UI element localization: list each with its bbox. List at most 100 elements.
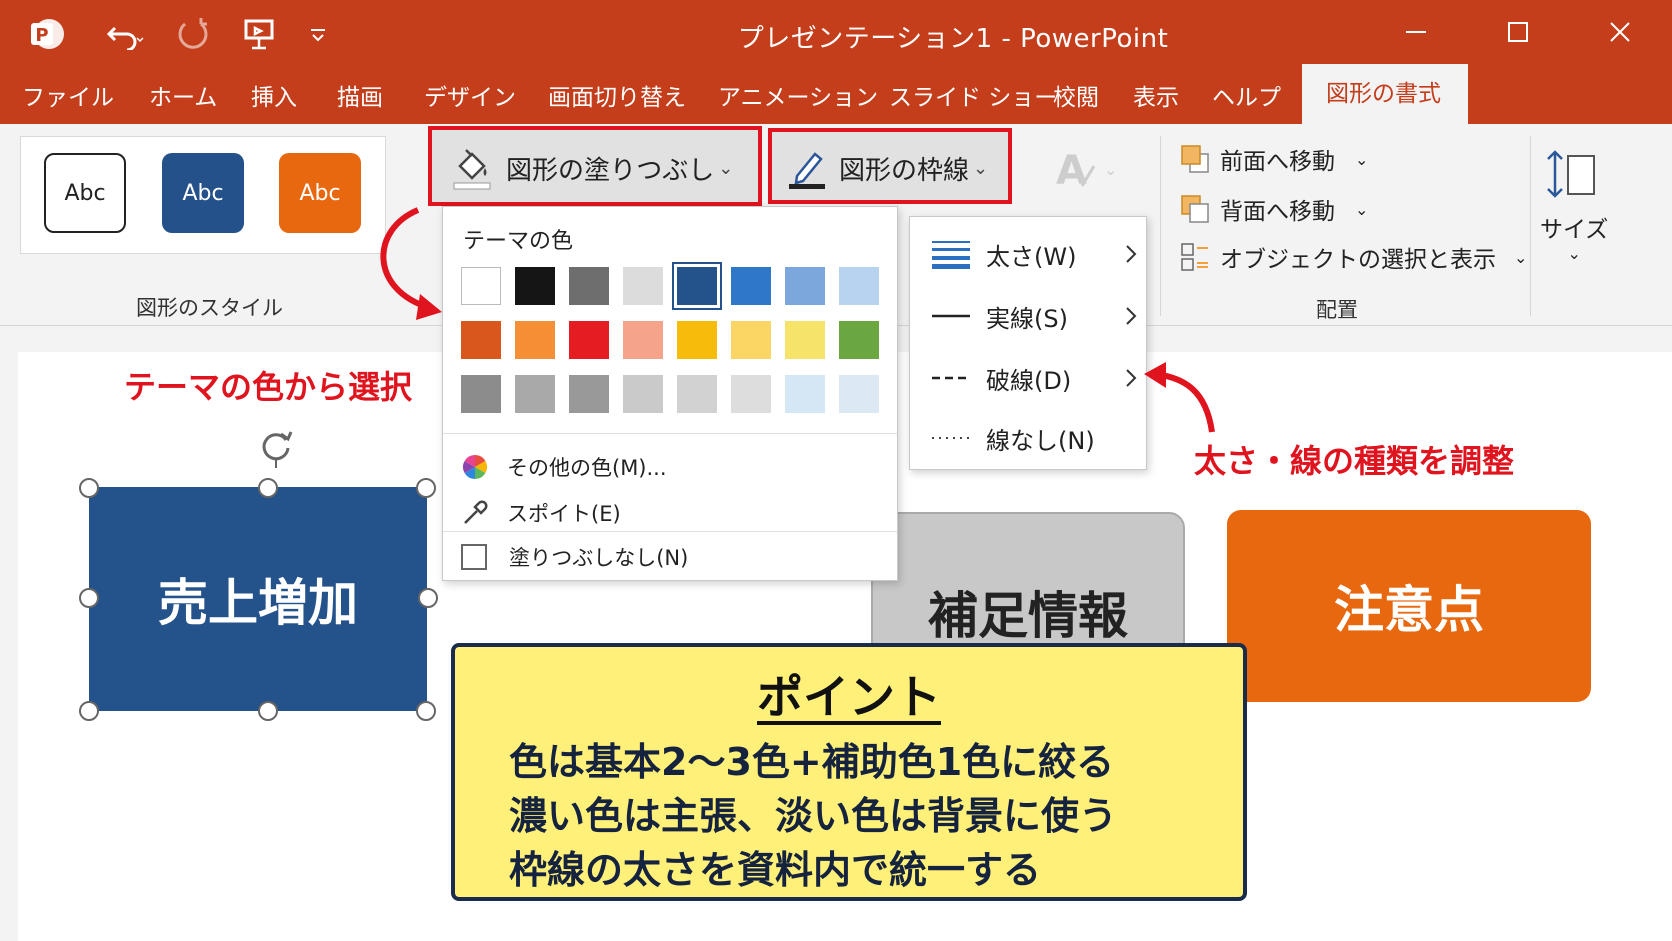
color-swatch[interactable] (461, 321, 501, 359)
bring-forward-button[interactable]: 前面へ移動 ⌄ (1180, 142, 1368, 176)
color-swatch[interactable] (731, 321, 771, 359)
color-swatch[interactable] (731, 267, 771, 305)
resize-handle[interactable] (416, 478, 436, 498)
tab-review[interactable]: 校閲 (1053, 78, 1099, 118)
color-swatch[interactable] (839, 375, 879, 413)
eyedropper-item[interactable]: スポイト(E) (461, 493, 621, 533)
point-box: ポイント 色は基本2〜3色+補助色1色に絞る 濃い色は主張、淡い色は背景に使う … (451, 643, 1247, 901)
color-swatch[interactable] (677, 321, 717, 359)
no-fill-item[interactable]: 塗りつぶしなし(N) (461, 537, 688, 577)
minimize-icon[interactable] (1386, 12, 1446, 52)
color-swatch[interactable] (569, 321, 609, 359)
shape-sales-increase[interactable]: 売上増加 (89, 487, 427, 711)
text-effects-icon[interactable]: A ⌄ (1052, 146, 1117, 192)
tab-home[interactable]: ホーム (149, 78, 217, 118)
bring-forward-label: 前面へ移動 (1220, 149, 1335, 175)
more-colors-label: その他の色(M)... (507, 456, 667, 480)
paint-bucket-icon (452, 146, 492, 190)
eyedropper-icon (461, 499, 489, 527)
chevron-down-icon: ⌄ (973, 157, 989, 179)
size-button[interactable]: サイズ ⌄ (1540, 148, 1608, 263)
size-label: サイズ (1540, 217, 1609, 243)
tab-transitions[interactable]: 画面切り替え (548, 78, 686, 118)
pen-icon (787, 146, 827, 190)
color-swatch[interactable] (785, 375, 825, 413)
shape-styles-group-label: 図形のスタイル (136, 296, 283, 320)
shape-style-orange[interactable]: Abc (279, 153, 361, 233)
ribbon-separator (1160, 136, 1161, 316)
maximize-icon[interactable] (1488, 12, 1548, 52)
resize-handle[interactable] (258, 701, 278, 721)
chevron-down-icon: ⌄ (1514, 247, 1528, 267)
shape-outline-button-content: 図形の枠線 ⌄ (787, 144, 988, 192)
close-icon[interactable] (1590, 12, 1650, 52)
resize-handle[interactable] (416, 701, 436, 721)
color-swatch[interactable] (623, 321, 663, 359)
color-swatch[interactable] (515, 375, 555, 413)
point-line: 枠線の太さを資料内で統一する (509, 848, 1042, 892)
no-fill-label: 塗りつぶしなし(N) (509, 546, 689, 570)
solid-line-icon (932, 301, 970, 331)
solid-line-item[interactable]: 実線(S) (932, 291, 1138, 341)
resize-handle[interactable] (418, 588, 438, 608)
weight-item[interactable]: 太さ(W) (932, 229, 1138, 279)
point-title: ポイント (455, 661, 1243, 727)
color-swatch[interactable] (461, 267, 501, 305)
solid-line-label: 実線(S) (986, 304, 1068, 333)
selection-pane-button[interactable]: オブジェクトの選択と表示 ⌄ (1180, 240, 1527, 274)
color-swatch[interactable] (839, 321, 879, 359)
menu-divider (443, 433, 897, 434)
theme-color-grid (461, 262, 881, 427)
tab-file[interactable]: ファイル (22, 78, 114, 118)
dashed-line-icon (932, 363, 970, 393)
color-swatch[interactable] (515, 321, 555, 359)
tab-slideshow[interactable]: スライド ショー (889, 78, 1057, 118)
color-swatch[interactable] (461, 375, 501, 413)
color-swatch[interactable] (785, 321, 825, 359)
shape-caution[interactable]: 注意点 (1227, 510, 1591, 702)
color-wheel-icon (461, 453, 489, 481)
color-swatch[interactable] (677, 375, 717, 413)
tab-view[interactable]: 表示 (1133, 78, 1179, 118)
point-line: 濃い色は主張、淡い色は背景に使う (509, 794, 1118, 838)
send-backward-button[interactable]: 背面へ移動 ⌄ (1180, 192, 1368, 226)
tab-design[interactable]: デザイン (424, 78, 516, 118)
color-swatch[interactable] (623, 267, 663, 305)
chevron-down-icon: ⌄ (1567, 244, 1581, 263)
more-colors-item[interactable]: その他の色(M)... (461, 447, 667, 487)
color-swatch[interactable] (672, 262, 722, 310)
eyedropper-label: スポイト(E) (507, 502, 621, 526)
color-swatch[interactable] (839, 267, 879, 305)
resize-handle[interactable] (79, 478, 99, 498)
resize-handle[interactable] (79, 701, 99, 721)
theme-colors-heading: テーマの色 (463, 229, 574, 254)
chevron-down-icon: ⌄ (718, 157, 734, 179)
color-swatch[interactable] (731, 375, 771, 413)
shape-style-blue[interactable]: Abc (162, 153, 244, 233)
rotate-handle-icon[interactable] (254, 424, 298, 468)
tab-draw[interactable]: 描画 (337, 78, 383, 118)
selection-pane-label: オブジェクトの選択と表示 (1220, 247, 1496, 273)
dashed-line-label: 破線(D) (986, 366, 1072, 395)
resize-handle[interactable] (79, 588, 99, 608)
no-line-item[interactable]: 線なし(N) (932, 413, 1138, 463)
tab-help[interactable]: ヘルプ (1212, 78, 1281, 118)
line-weight-icon (932, 239, 970, 269)
chevron-down-icon: ⌄ (1355, 199, 1369, 219)
resize-handle[interactable] (258, 478, 278, 498)
color-swatch[interactable] (515, 267, 555, 305)
tab-animations[interactable]: アニメーション (718, 78, 878, 118)
color-swatch[interactable] (569, 267, 609, 305)
shape-style-white[interactable]: Abc (44, 153, 126, 233)
no-fill-checkbox-icon (461, 544, 487, 570)
chevron-right-icon (1124, 243, 1138, 265)
send-backward-icon (1180, 194, 1210, 224)
color-swatch[interactable] (569, 375, 609, 413)
color-swatch[interactable] (623, 375, 663, 413)
tab-shape-format[interactable]: 図形の書式 (1302, 64, 1468, 124)
tab-insert[interactable]: 挿入 (251, 78, 297, 118)
dashed-line-item[interactable]: 破線(D) (932, 353, 1138, 403)
title-bar: P プレゼンテーション1 - PowerPoint (0, 0, 1672, 68)
size-icon (1544, 148, 1604, 202)
color-swatch[interactable] (785, 267, 825, 305)
